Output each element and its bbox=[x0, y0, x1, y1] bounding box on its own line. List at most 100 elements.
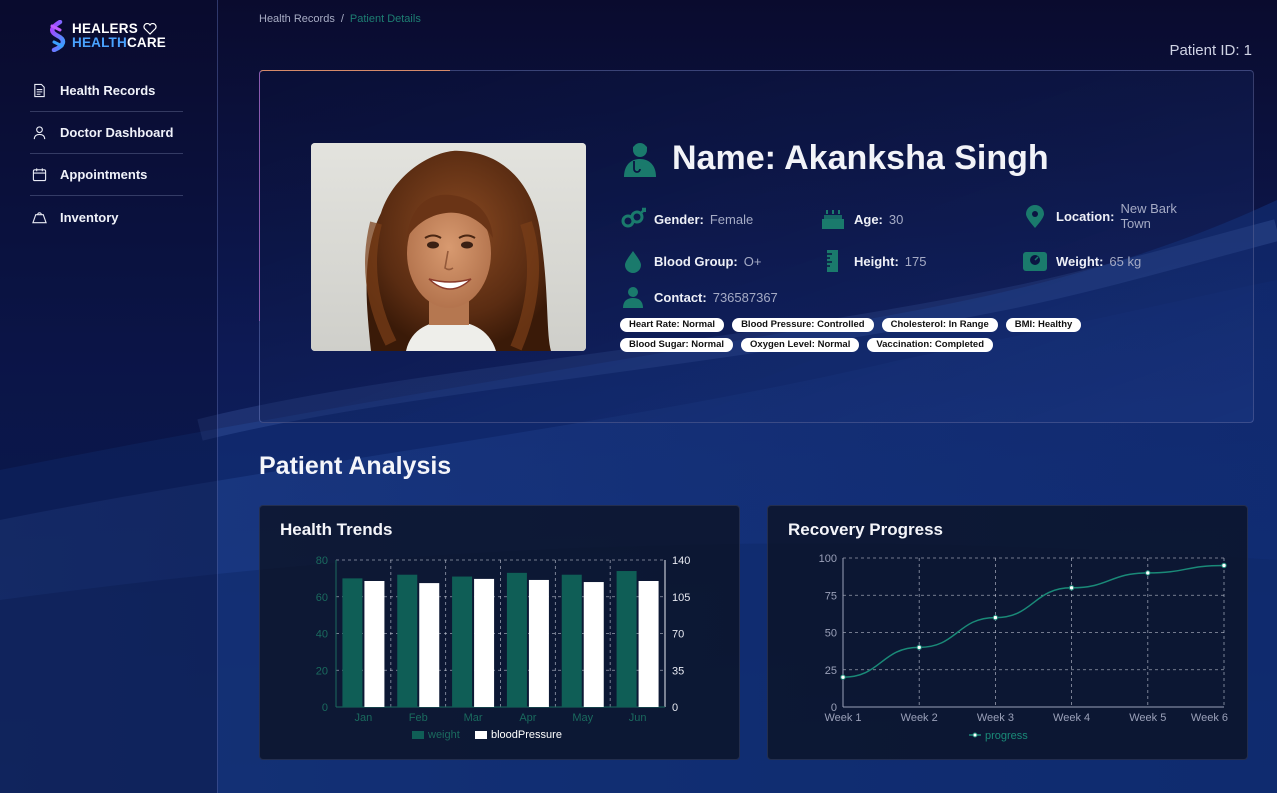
x-tick-label: Mar bbox=[464, 712, 483, 724]
health-trends-chart: 0 20 40 60 80 0 35 70 105 140 Jan Feb Mar Apr May Jun we… bbox=[316, 555, 691, 741]
section-title-patient-analysis: Patient Analysis bbox=[259, 452, 452, 480]
x-tick-label: Week 5 bbox=[1129, 712, 1166, 724]
x-tick-label: Week 1 bbox=[824, 712, 861, 724]
breadcrumb-current: Patient Details bbox=[349, 13, 421, 25]
tag-oxygen-level: Oxygen Level: Normal bbox=[741, 338, 860, 352]
age-field: Age: 30 bbox=[820, 207, 903, 231]
bar-blood-pressure bbox=[474, 578, 495, 707]
blood-group-label: Blood Group: bbox=[654, 253, 738, 269]
y-right-tick-label: 105 bbox=[672, 592, 690, 604]
legend-swatch-weight bbox=[412, 731, 424, 739]
heart-outline-icon bbox=[143, 23, 157, 35]
sidebar-item-appointments[interactable]: Appointments bbox=[30, 154, 183, 196]
recovery-progress-panel: Recovery Progress 0 25 50 75 100 Week 1 Week 2… bbox=[767, 505, 1248, 760]
age-value: 30 bbox=[888, 211, 904, 227]
y-right-tick-label: 35 bbox=[672, 665, 684, 677]
health-trends-panel: Health Trends 0 20 40 60 80 0 35 70 105 140 Jan Feb… bbox=[259, 505, 740, 760]
bar-blood-pressure bbox=[364, 581, 385, 707]
bar-blood-pressure bbox=[528, 579, 549, 707]
height-value: 175 bbox=[904, 253, 927, 269]
legend-swatch-blood-pressure bbox=[475, 731, 487, 739]
bar-weight bbox=[342, 578, 363, 707]
contact-person-icon bbox=[623, 287, 643, 308]
y-left-tick-label: 60 bbox=[316, 592, 328, 604]
brand-line2-accent: HEALTH bbox=[72, 35, 127, 50]
location-value: New Bark Town bbox=[1121, 201, 1177, 231]
document-icon bbox=[34, 83, 45, 98]
data-point-progress bbox=[916, 644, 922, 651]
blood-group-value: O+ bbox=[743, 253, 762, 269]
height-field: Height: 175 bbox=[820, 249, 926, 273]
data-point-progress bbox=[1221, 562, 1227, 569]
x-tick-label: Week 2 bbox=[901, 712, 938, 724]
sidebar-nav: Health Records Doctor Dashboard Appointm… bbox=[30, 70, 183, 238]
cake-icon bbox=[822, 210, 844, 229]
gender-value: Female bbox=[709, 211, 754, 227]
scale-icon bbox=[1023, 252, 1047, 271]
gender-label: Gender: bbox=[654, 211, 704, 227]
y-tick-label: 75 bbox=[825, 590, 837, 602]
sidebar-item-inventory[interactable]: Inventory bbox=[30, 196, 183, 238]
brand-line1: HEALERS bbox=[72, 21, 138, 36]
tag-heart-rate: Heart Rate: Normal bbox=[620, 318, 725, 332]
patient-id: Patient ID: 1 bbox=[1169, 42, 1252, 59]
patient-photo bbox=[311, 143, 586, 351]
gender-icon bbox=[621, 207, 646, 228]
bar-blood-pressure bbox=[419, 583, 440, 707]
location-value-line2: Town bbox=[1120, 216, 1151, 231]
tag-cholesterol: Cholesterol: In Range bbox=[881, 318, 998, 332]
sidebar-item-label: Doctor Dashboard bbox=[60, 125, 174, 140]
y-right-tick-label: 0 bbox=[672, 702, 678, 714]
brand-logo[interactable]: HEALERS HEALTHCARE bbox=[46, 20, 166, 52]
data-point-progress bbox=[840, 674, 846, 680]
location-label: Location: bbox=[1056, 209, 1115, 224]
sidebar-item-health-records[interactable]: Health Records bbox=[30, 70, 183, 112]
sidebar-item-doctor-dashboard[interactable]: Doctor Dashboard bbox=[30, 112, 183, 154]
x-tick-label: Jan bbox=[355, 712, 373, 724]
sidebar: HEALERS HEALTHCARE Health Records Doctor… bbox=[0, 0, 218, 793]
x-tick-label: Feb bbox=[409, 712, 428, 724]
bar-weight bbox=[616, 571, 637, 707]
inventory-icon bbox=[32, 211, 47, 223]
x-tick-label: Jun bbox=[629, 712, 647, 724]
bar-weight bbox=[561, 574, 582, 707]
legend-label-progress: progress bbox=[985, 730, 1028, 742]
bar-blood-pressure bbox=[638, 581, 659, 707]
breadcrumb-separator: / bbox=[340, 13, 344, 25]
data-point-progress bbox=[1145, 570, 1151, 576]
height-label: Height: bbox=[854, 253, 899, 269]
tag-bmi: BMI: Healthy bbox=[1005, 318, 1082, 332]
calendar-icon bbox=[32, 168, 47, 182]
weight-field: Weight: 65 kg bbox=[1022, 249, 1141, 273]
user-icon bbox=[33, 126, 46, 140]
tag-blood-sugar: Blood Sugar: Normal bbox=[620, 338, 734, 352]
weight-label: Weight: bbox=[1056, 253, 1104, 269]
tag-vaccination: Vaccination: Completed bbox=[867, 338, 994, 352]
bar-blood-pressure bbox=[583, 582, 604, 707]
brand-line2: CARE bbox=[126, 35, 167, 50]
series-line-progress bbox=[842, 564, 1225, 678]
sidebar-item-label: Inventory bbox=[60, 209, 119, 225]
breadcrumb-root[interactable]: Health Records bbox=[259, 13, 335, 25]
x-tick-label: Week 6 bbox=[1191, 712, 1228, 724]
legend-marker-progress bbox=[972, 732, 978, 738]
y-left-tick-label: 0 bbox=[322, 702, 328, 714]
logo-helix-icon bbox=[50, 20, 66, 52]
x-tick-label: Apr bbox=[519, 712, 536, 724]
bar-weight bbox=[506, 572, 527, 707]
y-tick-label: 100 bbox=[819, 553, 837, 565]
data-point-progress bbox=[1068, 585, 1075, 591]
patient-name-row: Name: Akanksha Singh bbox=[620, 139, 1049, 178]
gender-field: Gender: Female bbox=[620, 207, 753, 231]
patient-details-card: Name: Akanksha Singh Gender: Female Age:… bbox=[259, 70, 1254, 423]
x-tick-label: Week 4 bbox=[1053, 712, 1090, 724]
contact-label: Contact: bbox=[654, 289, 707, 305]
patient-portrait-image bbox=[311, 143, 586, 351]
blood-drop-icon bbox=[625, 251, 641, 273]
bar-weight bbox=[452, 576, 473, 707]
sidebar-item-label: Health Records bbox=[60, 83, 156, 98]
age-label: Age: bbox=[854, 211, 883, 227]
y-tick-label: 50 bbox=[825, 628, 837, 640]
health-status-tags: Heart Rate: Normal Blood Pressure: Contr… bbox=[620, 318, 1140, 358]
y-left-tick-label: 40 bbox=[316, 629, 328, 641]
